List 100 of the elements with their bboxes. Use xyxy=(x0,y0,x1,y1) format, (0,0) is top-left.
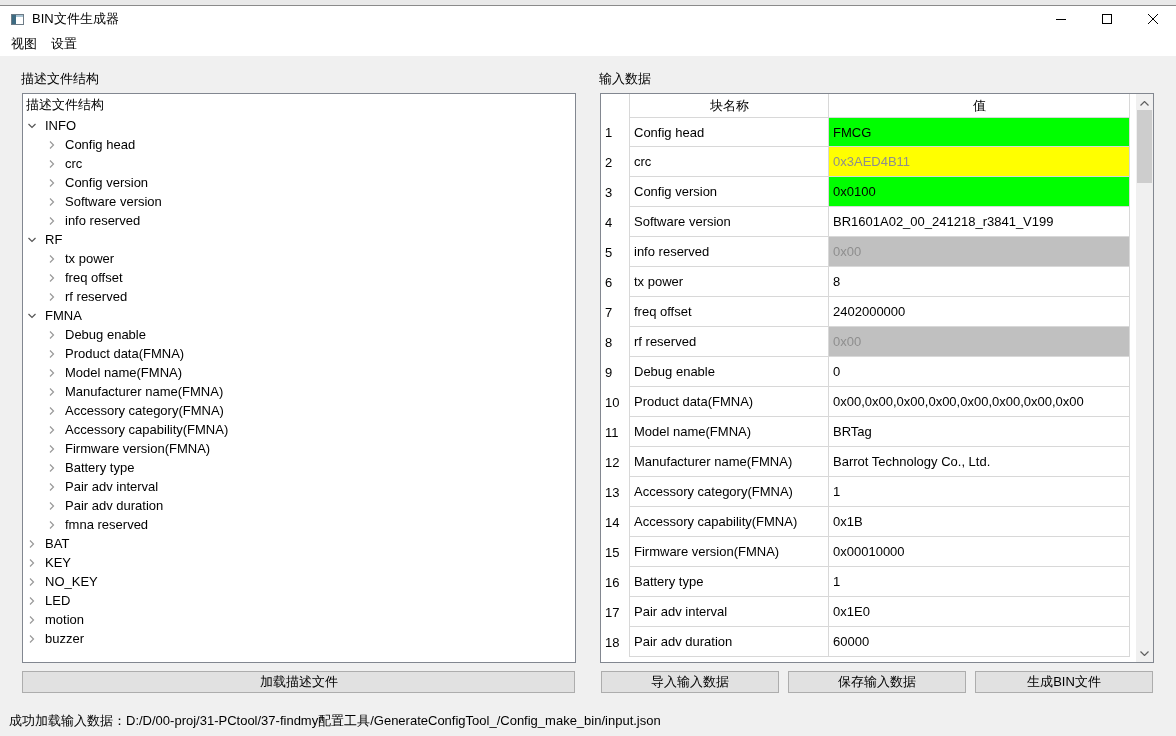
chevron-right-icon[interactable] xyxy=(48,273,56,282)
chevron-right-icon[interactable] xyxy=(48,406,56,415)
chevron-right-icon[interactable] xyxy=(48,159,56,168)
tree-item[interactable]: Config head xyxy=(65,136,136,153)
chevron-right-icon[interactable] xyxy=(48,292,56,301)
tree-item[interactable]: Debug enable xyxy=(65,326,146,343)
menu-item[interactable]: 设置 xyxy=(44,35,84,53)
scroll-down-icon[interactable] xyxy=(1140,651,1149,656)
chevron-down-icon[interactable] xyxy=(28,235,36,244)
chevron-right-icon[interactable] xyxy=(48,197,56,206)
tree-item[interactable]: Product data(FMNA) xyxy=(65,345,185,362)
row-number: 12 xyxy=(605,454,620,470)
block-name-cell: Debug enable xyxy=(634,364,715,379)
vertical-scrollbar[interactable] xyxy=(1136,94,1153,662)
window-title: BIN文件生成器 xyxy=(32,10,119,28)
tree-item[interactable]: buzzer xyxy=(45,630,85,647)
chevron-right-icon[interactable] xyxy=(28,596,36,605)
load-description-button[interactable]: 加载描述文件 xyxy=(22,671,575,693)
scroll-thumb[interactable] xyxy=(1137,110,1152,183)
tree-item[interactable]: tx power xyxy=(65,250,115,267)
row-number: 6 xyxy=(605,274,613,290)
chevron-down-icon[interactable] xyxy=(28,311,36,320)
tree-item[interactable]: KEY xyxy=(45,554,71,571)
value-cell[interactable]: Barrot Technology Co., Ltd. xyxy=(829,447,1130,477)
chevron-right-icon[interactable] xyxy=(48,368,56,377)
panel-label: 描述文件结构 xyxy=(21,71,99,87)
tree-item[interactable]: motion xyxy=(45,611,85,628)
tree-item[interactable]: Model name(FMNA) xyxy=(65,364,183,381)
tree-item[interactable]: Software version xyxy=(65,193,162,210)
tree-item[interactable]: RF xyxy=(45,231,63,248)
value-cell[interactable]: BRTag xyxy=(829,417,1130,447)
chevron-right-icon[interactable] xyxy=(48,444,56,453)
tree-item[interactable]: Firmware version(FMNA) xyxy=(65,440,211,457)
chevron-right-icon[interactable] xyxy=(48,178,56,187)
menu-item[interactable]: 视图 xyxy=(4,35,44,53)
chevron-right-icon[interactable] xyxy=(48,482,56,491)
tree-item[interactable]: LED xyxy=(45,592,71,609)
tree-item[interactable]: Pair adv interval xyxy=(65,478,159,495)
value-cell[interactable]: 0x00,0x00,0x00,0x00,0x00,0x00,0x00,0x00 xyxy=(829,387,1130,417)
chevron-right-icon[interactable] xyxy=(48,501,56,510)
tree-item[interactable]: FMNA xyxy=(45,307,82,324)
block-name-cell: Product data(FMNA) xyxy=(634,394,754,409)
tree-item[interactable]: INFO xyxy=(45,117,77,134)
tree-item[interactable]: Accessory category(FMNA) xyxy=(65,402,224,419)
value-cell[interactable]: FMCG xyxy=(829,117,1130,147)
chevron-right-icon[interactable] xyxy=(48,520,56,529)
chevron-right-icon[interactable] xyxy=(28,539,36,548)
chevron-right-icon[interactable] xyxy=(28,558,36,567)
row-number: 17 xyxy=(605,604,620,620)
tree-item[interactable]: rf reserved xyxy=(65,288,128,305)
row-number: 14 xyxy=(605,514,620,530)
value-cell[interactable]: 0x1B xyxy=(829,507,1130,537)
value-cell[interactable]: 1 xyxy=(829,477,1130,507)
chevron-right-icon[interactable] xyxy=(48,254,56,263)
tree-item[interactable]: freq offset xyxy=(65,269,123,286)
chevron-right-icon[interactable] xyxy=(48,463,56,472)
column-header[interactable]: 块名称 xyxy=(709,96,749,115)
tree-item[interactable]: NO_KEY xyxy=(45,573,98,590)
chevron-right-icon[interactable] xyxy=(48,349,56,358)
action-button[interactable]: 保存输入数据 xyxy=(788,671,966,693)
tree-item[interactable]: Battery type xyxy=(65,459,135,476)
close-icon[interactable] xyxy=(1148,14,1158,24)
action-button[interactable]: 生成BIN文件 xyxy=(975,671,1153,693)
block-name-cell: Model name(FMNA) xyxy=(634,424,752,439)
value-cell[interactable]: 0x00010000 xyxy=(829,537,1130,567)
value-cell[interactable]: 60000 xyxy=(829,627,1130,657)
value-cell[interactable]: 0x0100 xyxy=(829,177,1130,207)
minimize-icon[interactable] xyxy=(1056,18,1066,20)
chevron-right-icon[interactable] xyxy=(48,387,56,396)
chevron-right-icon[interactable] xyxy=(28,634,36,643)
tree-item[interactable]: Accessory capability(FMNA) xyxy=(65,421,229,438)
chevron-right-icon[interactable] xyxy=(48,425,56,434)
value-cell[interactable]: 8 xyxy=(829,267,1130,297)
block-name-cell: Firmware version(FMNA) xyxy=(634,544,780,559)
block-name-cell: Pair adv duration xyxy=(634,634,733,649)
tree-item[interactable]: Config version xyxy=(65,174,149,191)
chevron-right-icon[interactable] xyxy=(28,577,36,586)
panel-label: 输入数据 xyxy=(599,71,651,87)
chevron-right-icon[interactable] xyxy=(48,140,56,149)
value-cell[interactable]: 0 xyxy=(829,357,1130,387)
action-button[interactable]: 导入输入数据 xyxy=(601,671,779,693)
column-header[interactable]: 值 xyxy=(972,96,986,115)
block-name-cell: Software version xyxy=(634,214,731,229)
tree-item[interactable]: Pair adv duration xyxy=(65,497,164,514)
value-cell[interactable]: 0x1E0 xyxy=(829,597,1130,627)
scroll-up-icon[interactable] xyxy=(1140,101,1149,106)
chevron-right-icon[interactable] xyxy=(28,615,36,624)
tree-item[interactable]: BAT xyxy=(45,535,70,552)
tree-item[interactable]: crc xyxy=(65,155,83,172)
chevron-down-icon[interactable] xyxy=(28,121,36,130)
tree-item[interactable]: info reserved xyxy=(65,212,141,229)
tree-item[interactable]: Manufacturer name(FMNA) xyxy=(65,383,224,400)
tree-item[interactable]: fmna reserved xyxy=(65,516,149,533)
chevron-right-icon[interactable] xyxy=(48,330,56,339)
chevron-right-icon[interactable] xyxy=(48,216,56,225)
row-number: 9 xyxy=(605,364,613,380)
maximize-icon[interactable] xyxy=(1102,14,1112,24)
tree-header: 描述文件结构 xyxy=(26,96,104,114)
block-name-cell: tx power xyxy=(634,274,684,289)
value-cell[interactable]: 1 xyxy=(829,567,1130,597)
